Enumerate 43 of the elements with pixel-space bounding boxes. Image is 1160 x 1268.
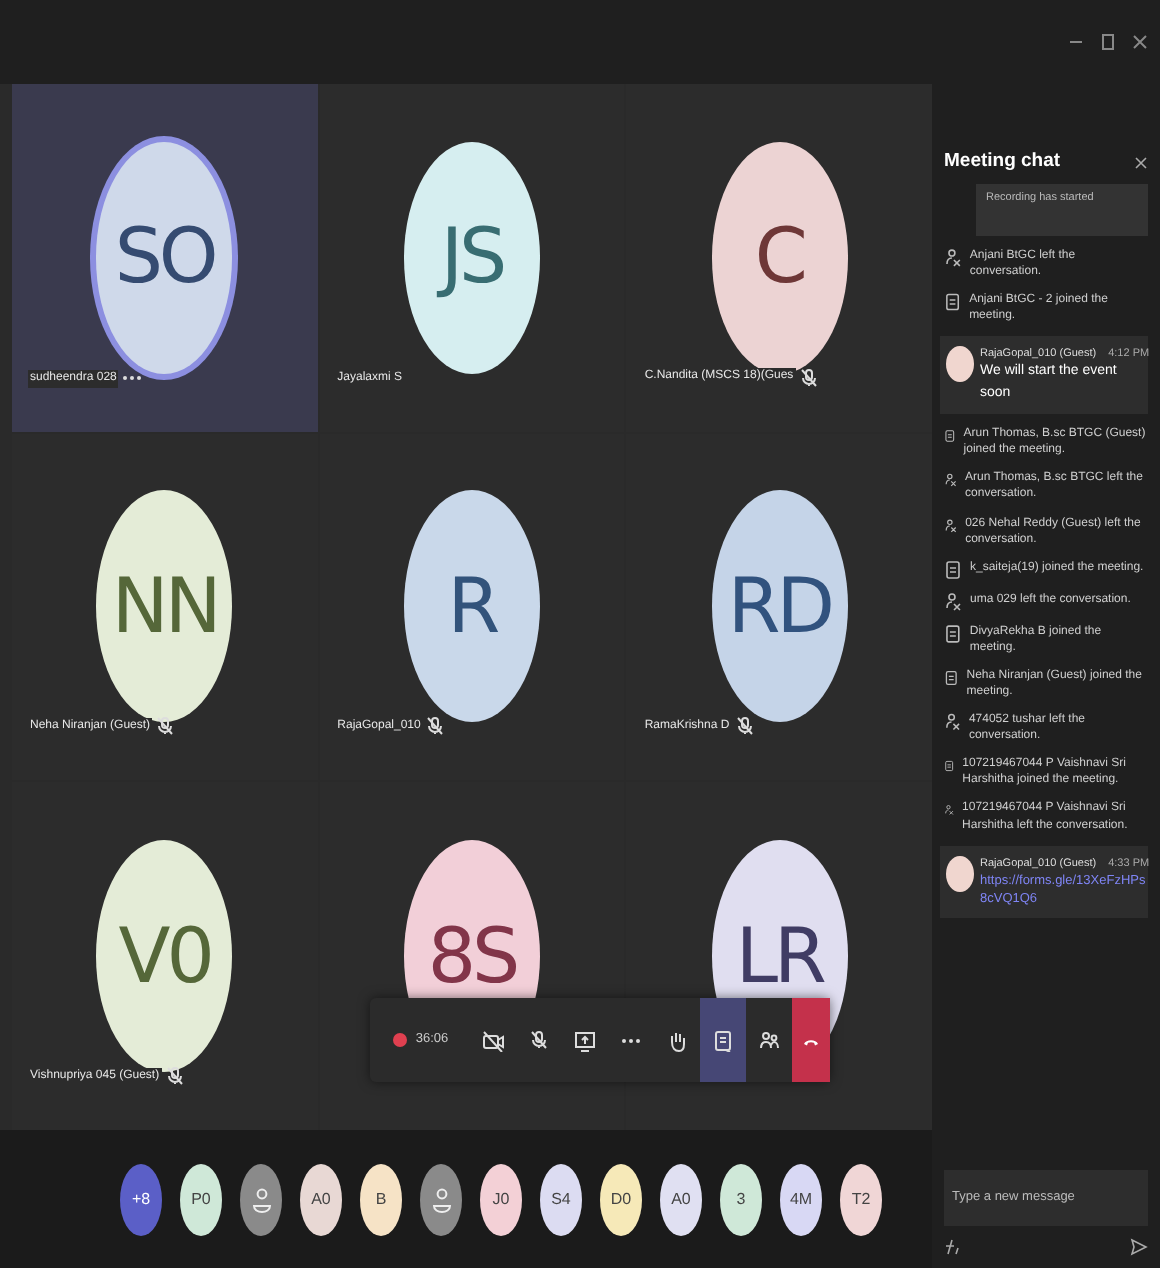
participants-icon	[758, 1029, 780, 1051]
roster-avatar[interactable]: 3	[720, 1163, 762, 1235]
document-icon	[944, 291, 962, 312]
avatar: SO	[96, 141, 233, 374]
raise-hand-icon	[666, 1029, 688, 1051]
person-leave-icon	[944, 515, 958, 535]
roster-avatar[interactable]: B	[360, 1163, 402, 1235]
roster-avatar[interactable]: P0	[180, 1163, 222, 1235]
person-avatar[interactable]	[240, 1163, 282, 1235]
roster-avatar[interactable]: J0	[480, 1163, 522, 1235]
person-leave-icon	[944, 470, 958, 491]
roster-avatar[interactable]: A0	[300, 1163, 342, 1235]
roster-avatar[interactable]: T2	[840, 1163, 882, 1235]
person-avatar[interactable]	[420, 1163, 462, 1235]
document-icon	[944, 426, 956, 447]
chat-title: Meeting chat	[944, 148, 1061, 176]
document-icon	[944, 756, 955, 777]
camera-off-icon	[482, 1029, 504, 1051]
avatar: JS	[403, 141, 540, 374]
roster-avatar[interactable]: A0	[660, 1163, 702, 1235]
person-leave-icon	[944, 591, 962, 612]
close-icon[interactable]	[1134, 155, 1148, 170]
chat-icon	[712, 1029, 734, 1051]
chat-button[interactable]	[700, 998, 746, 1082]
document-icon	[944, 559, 962, 580]
document-icon	[944, 667, 959, 688]
sender-avatar	[946, 855, 974, 892]
person-leave-icon	[944, 712, 961, 733]
person-leave-icon	[944, 800, 955, 821]
roster-avatar[interactable]: +8	[120, 1163, 162, 1235]
share-icon	[574, 1029, 596, 1051]
roster-avatar[interactable]: 4M	[780, 1163, 822, 1235]
mic-off-icon	[528, 1029, 550, 1051]
maximize-icon[interactable]	[1100, 34, 1116, 50]
close-icon[interactable]	[1132, 34, 1148, 50]
person-leave-icon	[944, 247, 962, 267]
sender-avatar	[946, 345, 974, 382]
roster-avatar[interactable]: D0	[600, 1163, 642, 1235]
send-icon[interactable]	[1130, 1238, 1148, 1256]
roster-avatar[interactable]: S4	[540, 1163, 582, 1235]
document-icon	[944, 623, 962, 644]
more-icon[interactable]	[122, 374, 143, 383]
format-icon[interactable]	[944, 1238, 962, 1256]
